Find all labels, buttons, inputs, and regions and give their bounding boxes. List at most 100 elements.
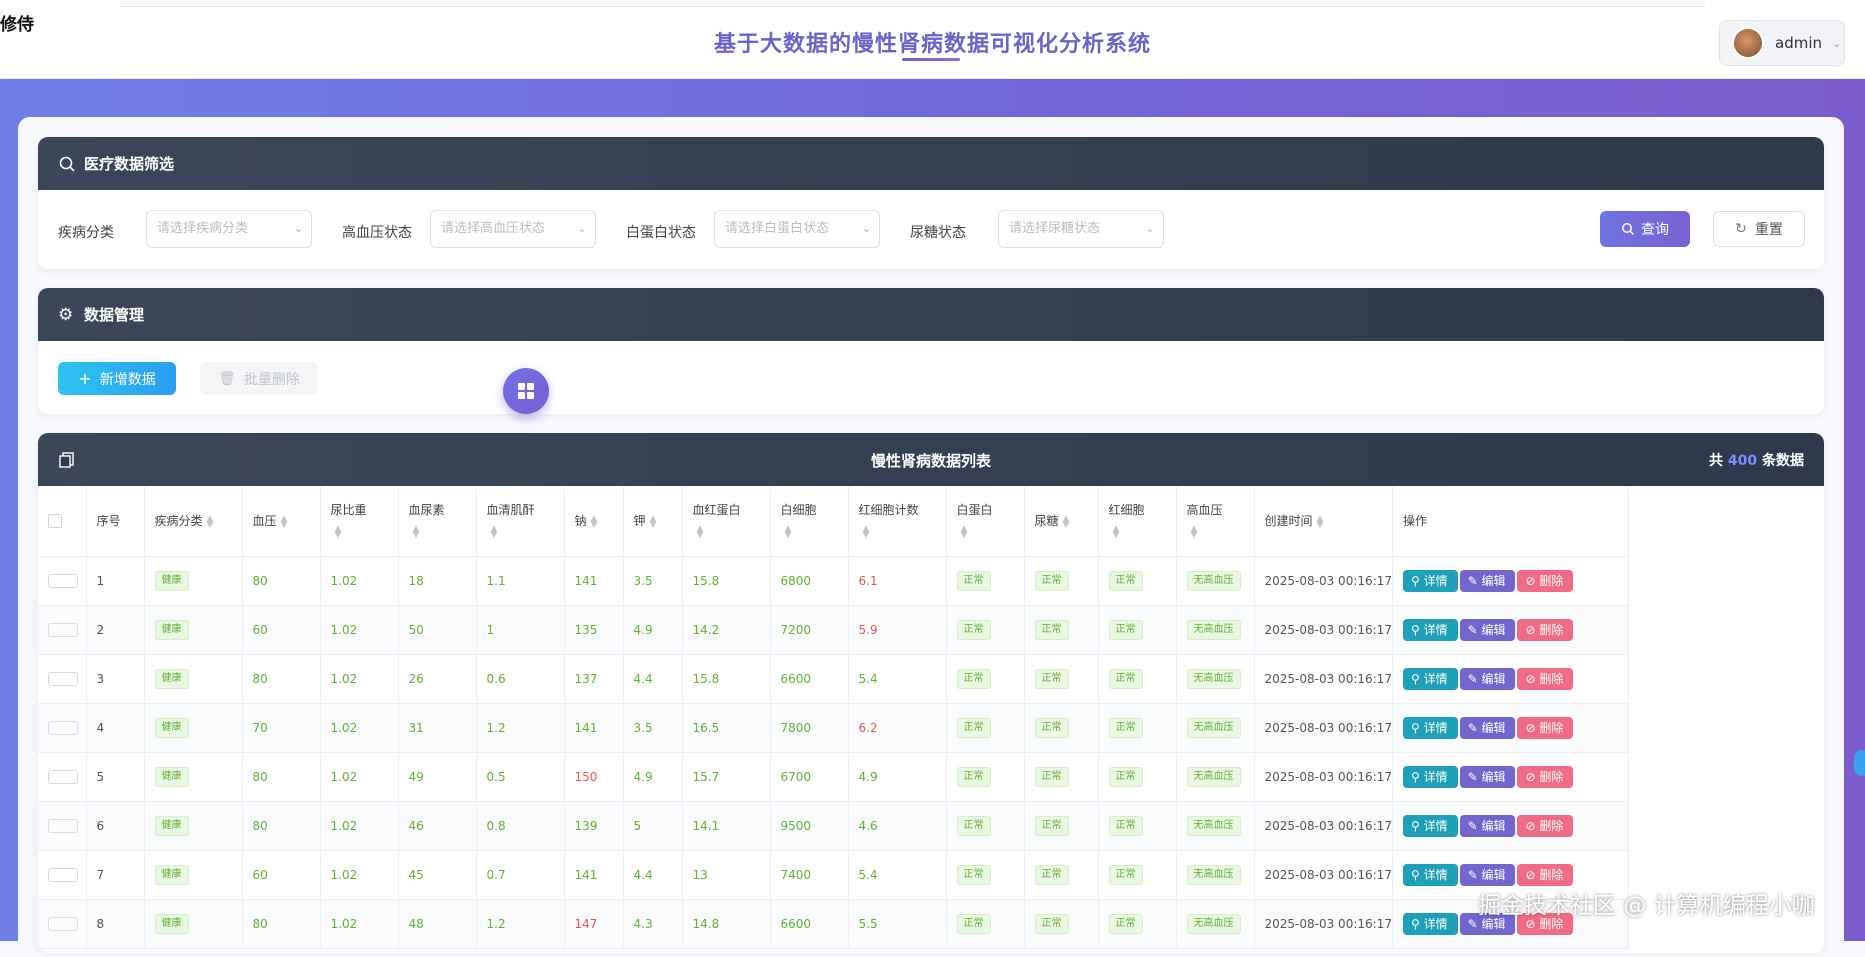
- cell-htn: 无高血压: [1176, 703, 1255, 753]
- row-checkbox[interactable]: [48, 916, 78, 931]
- col-header-potassium[interactable]: 钾 ▲ ▼: [623, 486, 683, 557]
- edit-button[interactable]: ✎ 编辑: [1459, 618, 1516, 641]
- cell-sodium: 150: [564, 752, 624, 802]
- cell-rbc-count: 5.9: [848, 605, 947, 655]
- delete-button[interactable]: ⊘ 删除: [1517, 814, 1574, 837]
- col-header-rbc[interactable]: 红细胞 ▲ ▼: [1098, 486, 1177, 557]
- sort-icon[interactable]: ▲ ▼: [1113, 525, 1120, 540]
- col-header-hemo[interactable]: 血红蛋白 ▲ ▼: [682, 486, 771, 557]
- sort-icon[interactable]: ▲ ▼: [413, 525, 420, 540]
- col-header-wbc[interactable]: 白细胞 ▲ ▼: [770, 486, 849, 557]
- delete-button[interactable]: ⊘ 删除: [1517, 863, 1574, 886]
- table-row: 4 健康 70 1.02 31 1.2 141 3.5 16.5 7800 6.2 正常 正常 正常 无高血…: [38, 703, 1629, 753]
- col-header-sc[interactable]: 血清肌酐 ▲ ▼: [476, 486, 565, 557]
- sort-icon[interactable]: ▲ ▼: [961, 525, 968, 540]
- sugar-select[interactable]: 请选择尿糖状态 ⌄: [998, 210, 1164, 248]
- sort-icon[interactable]: ▲ ▼: [1317, 514, 1324, 529]
- cell-potassium-value: 4.9: [633, 769, 653, 784]
- col-header-htn[interactable]: 高血压 ▲ ▼: [1176, 486, 1255, 557]
- sort-icon[interactable]: ▲ ▼: [207, 514, 214, 529]
- row-checkbox-cell[interactable]: [38, 654, 87, 704]
- edit-button[interactable]: ✎ 编辑: [1459, 814, 1516, 837]
- col-header-sugar[interactable]: 尿糖 ▲ ▼: [1024, 486, 1099, 557]
- sort-icon[interactable]: ▲ ▼: [1191, 525, 1198, 540]
- cell-index: 2: [86, 605, 145, 655]
- row-checkbox[interactable]: [48, 867, 78, 882]
- browser-strip: [120, 0, 1705, 7]
- sort-icon[interactable]: ▲ ▼: [591, 514, 598, 529]
- sort-icon[interactable]: ▲ ▼: [281, 514, 288, 529]
- cell-sg-value: 1.02: [330, 769, 358, 784]
- detail-button[interactable]: ⚲ 详情: [1402, 863, 1458, 886]
- row-checkbox[interactable]: [48, 818, 78, 833]
- cell-albumin-value: 正常: [956, 913, 991, 934]
- cell-wbc: 7800: [770, 703, 849, 753]
- sort-icon[interactable]: ▲ ▼: [335, 525, 342, 540]
- col-header-sodium[interactable]: 钠 ▲ ▼: [564, 486, 624, 557]
- edit-button[interactable]: ✎ 编辑: [1459, 667, 1516, 690]
- sort-icon[interactable]: ▲ ▼: [491, 525, 498, 540]
- col-header-time[interactable]: 创建时间 ▲ ▼: [1254, 486, 1393, 557]
- cell-rbc: 正常: [1098, 850, 1177, 900]
- detail-button[interactable]: ⚲ 详情: [1402, 716, 1458, 739]
- hypertension-select[interactable]: 请选择高血压状态 ⌄: [430, 210, 596, 248]
- cell-index-value: 4: [96, 720, 105, 735]
- detail-button[interactable]: ⚲ 详情: [1402, 814, 1458, 837]
- row-checkbox-cell[interactable]: [38, 801, 87, 851]
- count-suffix: 条数据: [1762, 453, 1804, 469]
- row-checkbox-cell[interactable]: [38, 556, 87, 606]
- category-select[interactable]: 请选择疾病分类 ⌄: [146, 210, 312, 248]
- reset-button[interactable]: ↻ 重置: [1713, 211, 1805, 247]
- row-checkbox-cell[interactable]: [38, 703, 87, 753]
- cell-sodium-value: 147: [574, 916, 598, 931]
- edit-button[interactable]: ✎ 编辑: [1459, 716, 1516, 739]
- col-header-bu[interactable]: 血尿素 ▲ ▼: [398, 486, 477, 557]
- detail-button[interactable]: ⚲ 详情: [1402, 569, 1458, 592]
- delete-button[interactable]: ⊘ 删除: [1517, 765, 1574, 788]
- sort-icon[interactable]: ▲ ▼: [650, 514, 657, 529]
- side-handle[interactable]: [1854, 750, 1865, 776]
- row-checkbox[interactable]: [48, 573, 78, 588]
- sort-icon[interactable]: ▲ ▼: [1063, 514, 1070, 529]
- sort-icon[interactable]: ▲ ▼: [863, 525, 870, 540]
- row-checkbox[interactable]: [48, 769, 78, 784]
- cell-rbc: 正常: [1098, 703, 1177, 753]
- cell-sg: 1.02: [320, 801, 399, 851]
- cell-hemo-value: 14.2: [692, 622, 720, 637]
- sort-icon[interactable]: ▲ ▼: [697, 525, 704, 540]
- col-header-category[interactable]: 疾病分类 ▲ ▼: [144, 486, 243, 557]
- detail-button[interactable]: ⚲ 详情: [1402, 667, 1458, 690]
- detail-button[interactable]: ⚲ 详情: [1402, 765, 1458, 788]
- select-all-checkbox[interactable]: [38, 486, 87, 557]
- col-header-rbc-count[interactable]: 红细胞计数 ▲ ▼: [848, 486, 947, 557]
- row-checkbox[interactable]: [48, 720, 78, 735]
- row-checkbox-cell[interactable]: [38, 605, 87, 655]
- cell-rbc-count-value: 5.4: [858, 867, 878, 882]
- delete-button[interactable]: ⊘ 删除: [1517, 667, 1574, 690]
- edit-button[interactable]: ✎ 编辑: [1459, 863, 1516, 886]
- delete-button[interactable]: ⊘ 删除: [1517, 618, 1574, 641]
- query-button[interactable]: 查询: [1600, 211, 1690, 247]
- col-header-albumin[interactable]: 白蛋白 ▲ ▼: [946, 486, 1025, 557]
- sort-icon[interactable]: ▲ ▼: [785, 525, 792, 540]
- detail-button[interactable]: ⚲ 详情: [1402, 618, 1458, 641]
- cell-sodium-value: 150: [574, 769, 598, 784]
- edit-button[interactable]: ✎ 编辑: [1459, 765, 1516, 788]
- edit-button[interactable]: ✎ 编辑: [1459, 569, 1516, 592]
- detail-button[interactable]: ⚲ 详情: [1402, 912, 1458, 935]
- albumin-select[interactable]: 请选择白蛋白状态 ⌄: [714, 210, 880, 248]
- delete-button[interactable]: ⊘ 删除: [1517, 716, 1574, 739]
- col-header-bp[interactable]: 血压 ▲ ▼: [242, 486, 321, 557]
- delete-button[interactable]: ⊘ 删除: [1517, 569, 1574, 592]
- col-header-sg[interactable]: 尿比重 ▲ ▼: [320, 486, 399, 557]
- batch-delete-button[interactable]: 🗑 批量删除: [200, 362, 318, 395]
- row-checkbox-cell[interactable]: [38, 752, 87, 802]
- add-data-button[interactable]: + 新增数据: [58, 362, 176, 395]
- cell-sugar-value: 正常: [1034, 913, 1069, 934]
- row-checkbox[interactable]: [48, 671, 78, 686]
- row-checkbox-cell[interactable]: [38, 850, 87, 900]
- grid-menu-button[interactable]: [503, 368, 549, 414]
- user-menu[interactable]: admin ⌄: [1719, 20, 1845, 66]
- row-checkbox[interactable]: [48, 622, 78, 637]
- cell-sc-value: 0.8: [486, 818, 506, 833]
